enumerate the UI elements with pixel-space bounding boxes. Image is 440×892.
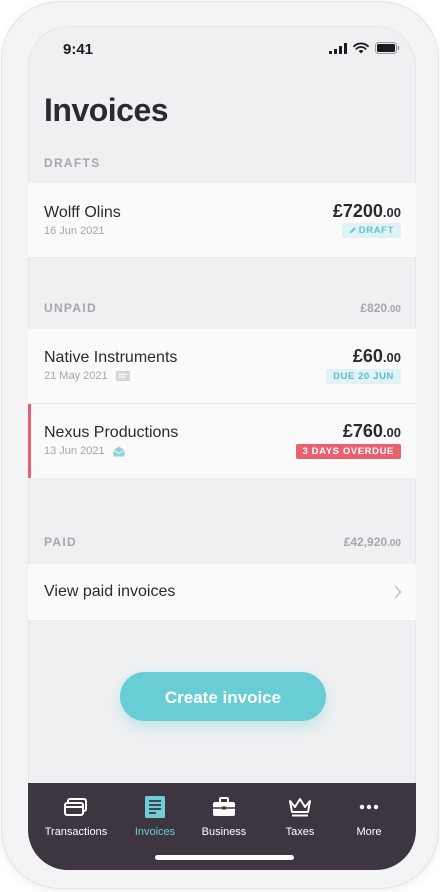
invoice-amount: £60.00 <box>353 346 401 367</box>
view-paid-invoices-row[interactable]: View paid invoices <box>28 564 416 620</box>
draft-badge: DRAFT <box>341 223 401 238</box>
invoice-amount-decimals: .00 <box>382 425 401 440</box>
invoice-amount-main: £760 <box>342 421 383 441</box>
status-bar: 9:41 <box>28 26 416 72</box>
invoice-amount-main: £60 <box>352 346 383 366</box>
invoice-date: 16 Jun 2021 <box>44 225 105 237</box>
overdue-indicator <box>28 404 31 478</box>
unpaid-total-decimals: .00 <box>387 304 401 315</box>
signal-icon <box>329 42 347 54</box>
paid-total: £42,920.00 <box>344 535 401 549</box>
invoice-amount: £760.00 <box>343 421 401 442</box>
tab-label: Transactions <box>44 826 108 838</box>
tab-label: More <box>356 826 382 838</box>
tab-label: Taxes <box>285 826 315 838</box>
phone-frame: 9:41 Invoices DRAFTS Wolff Olins 16 Jun … <box>2 2 438 888</box>
invoice-client-name: Wolff Olins <box>44 204 121 221</box>
unpaid-section-label: UNPAID <box>44 301 97 315</box>
overdue-badge: 3 DAYS OVERDUE <box>295 444 401 459</box>
unpaid-total: £820.00 <box>360 301 401 315</box>
due-badge: DUE 20 JUN <box>326 369 401 384</box>
tab-more[interactable]: More <box>331 795 407 838</box>
battery-icon <box>375 42 400 54</box>
unpaid-invoice-row[interactable]: Native Instruments 21 May 2021 £60.00 DU… <box>28 329 416 403</box>
envelope-open-icon <box>112 446 125 456</box>
crown-icon <box>289 798 311 817</box>
envelope-icon <box>115 371 130 381</box>
cards-icon <box>64 798 87 816</box>
page-title: Invoices <box>44 92 169 128</box>
invoice-date: 21 May 2021 <box>44 370 130 382</box>
home-indicator[interactable] <box>155 855 294 860</box>
invoice-amount-decimals: .00 <box>382 205 401 220</box>
tab-taxes[interactable]: Taxes <box>262 795 338 838</box>
invoice-icon <box>145 796 165 818</box>
status-icons <box>329 42 400 54</box>
chevron-right-icon <box>394 585 402 599</box>
briefcase-icon <box>213 797 235 816</box>
invoice-amount: £7200.00 <box>333 201 401 222</box>
invoice-date-text: 16 Jun 2021 <box>44 225 105 237</box>
tab-business[interactable]: Business <box>186 795 262 838</box>
invoice-client-name: Native Instruments <box>44 349 178 366</box>
tab-invoices[interactable]: Invoices <box>117 795 193 838</box>
tab-label: Invoices <box>134 826 176 838</box>
overdue-invoice-row[interactable]: Nexus Productions 13 Jun 2021 £760.00 3 … <box>28 404 416 478</box>
draft-invoice-row[interactable]: Wolff Olins 16 Jun 2021 £7200.00 DRAFT <box>28 183 416 257</box>
tab-transactions[interactable]: Transactions <box>38 795 114 838</box>
paid-total-main: £42,920 <box>343 535 388 549</box>
wifi-icon <box>353 42 369 54</box>
create-invoice-button[interactable]: Create invoice <box>120 672 326 721</box>
more-icon <box>359 804 379 810</box>
paid-section-label: PAID <box>44 535 77 549</box>
pencil-icon <box>349 227 356 233</box>
tab-label: Business <box>201 826 247 838</box>
invoice-date: 13 Jun 2021 <box>44 445 125 457</box>
draft-badge-text: DRAFT <box>358 225 394 236</box>
invoice-date-text: 13 Jun 2021 <box>44 445 105 457</box>
invoice-amount-decimals: .00 <box>382 350 401 365</box>
paid-total-decimals: .00 <box>387 538 401 549</box>
invoice-date-text: 21 May 2021 <box>44 370 108 382</box>
view-paid-invoices-label: View paid invoices <box>44 583 176 600</box>
invoice-client-name: Nexus Productions <box>44 424 179 441</box>
screen: 9:41 Invoices DRAFTS Wolff Olins 16 Jun … <box>28 26 416 870</box>
invoice-amount-main: £7200 <box>332 201 383 221</box>
drafts-section-label: DRAFTS <box>44 156 101 170</box>
status-time: 9:41 <box>63 41 94 58</box>
unpaid-total-main: £820 <box>360 301 388 315</box>
